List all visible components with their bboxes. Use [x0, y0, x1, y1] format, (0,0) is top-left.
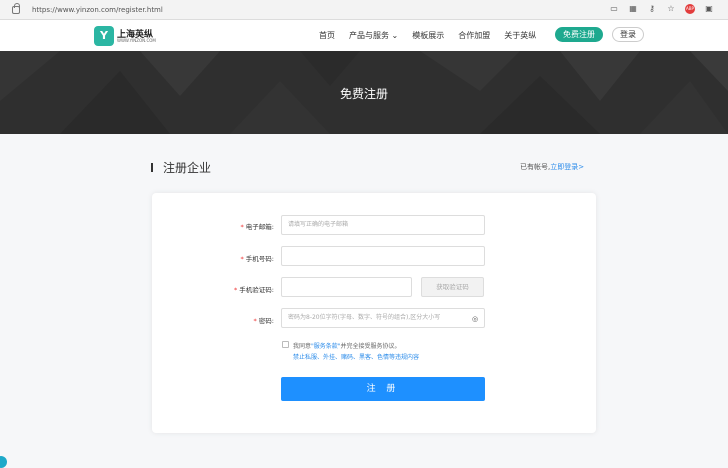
main-nav: 首页 产品与服务 ⌄ 模板展示 合作加盟 关于英纵 — [319, 30, 550, 41]
code-label-text: 手机验证码: — [239, 286, 274, 294]
nav-item-products[interactable]: 产品与服务 ⌄ — [349, 30, 398, 41]
have-account: 已有帐号,立即登录> — [520, 162, 584, 172]
banner-title: 免费注册 — [339, 87, 388, 101]
register-submit-button[interactable]: 注 册 — [281, 377, 485, 401]
star-icon[interactable]: ☆ — [666, 4, 676, 14]
menu-icon[interactable]: ▣ — [704, 4, 714, 14]
login-link[interactable]: 立即登录> — [550, 163, 584, 171]
phone-label-text: 手机号码: — [245, 255, 274, 263]
phone-field[interactable] — [281, 246, 485, 266]
page-title: 注册企业 — [163, 161, 212, 175]
email-field[interactable]: 请填写正确的电子邮箱 — [281, 215, 485, 235]
key-icon[interactable]: ⚷ — [647, 4, 657, 14]
password-label: * 密码: — [254, 315, 274, 325]
address-bar[interactable]: https://www.yinzon.com/register.html — [32, 6, 163, 14]
floating-chat-icon[interactable] — [0, 456, 7, 468]
have-account-text: 已有帐号, — [520, 163, 551, 171]
extension-icon[interactable]: ABP — [685, 4, 695, 14]
browser-icons: ▭ ▦ ⚷ ☆ ABP ▣ — [609, 4, 714, 14]
required-mark: * — [240, 255, 244, 263]
logo-subtext: WWW.YINZON.COM — [117, 38, 156, 43]
nav-item-templates[interactable]: 模板展示 — [412, 30, 444, 41]
get-code-button[interactable]: 获取验证码 — [421, 277, 484, 297]
section-marker — [151, 163, 153, 172]
browser-toolbar: https://www.yinzon.com/register.html ▭ ▦… — [0, 0, 728, 20]
email-label-text: 电子邮箱: — [245, 223, 274, 231]
agree-prefix: 我同意 — [293, 343, 312, 350]
required-mark: * — [253, 317, 257, 325]
password-label-text: 密码: — [258, 317, 274, 325]
agree-suffix: 并完全接受服务协议。 — [340, 343, 401, 350]
nav-item-products-label: 产品与服务 — [349, 31, 389, 40]
sms-code-field[interactable] — [281, 277, 412, 297]
login-button[interactable]: 登录 — [612, 27, 644, 42]
code-label: * 手机验证码: — [234, 284, 274, 294]
logo-icon[interactable]: Y — [94, 26, 114, 46]
password-field[interactable]: 密码为8-20位字符(字母、数字、符号的组合),区分大小写 — [281, 308, 485, 328]
agree-text: 我同意"服务条款"并完全接受服务协议。 — [293, 341, 401, 350]
register-button[interactable]: 免费注册 — [555, 27, 603, 42]
chevron-down-icon: ⌄ — [391, 31, 399, 40]
email-label: * 电子邮箱: — [241, 221, 274, 231]
nav-item-partners[interactable]: 合作加盟 — [458, 30, 490, 41]
phone-label: * 手机号码: — [241, 253, 274, 263]
terms-link[interactable]: "服务条款" — [311, 343, 341, 350]
content-policy-note: 禁止私服、外挂、赌码、黑客、色情等违规内容 — [293, 354, 420, 361]
required-mark: * — [240, 223, 244, 231]
site-header: Y 上海英纵 WWW.YINZON.COM 首页 产品与服务 ⌄ 模板展示 合作… — [0, 20, 728, 51]
required-mark: * — [234, 286, 238, 294]
reader-icon[interactable]: ▭ — [609, 4, 619, 14]
qr-icon[interactable]: ▦ — [628, 4, 638, 14]
lock-icon — [12, 2, 20, 14]
nav-item-about[interactable]: 关于英纵 — [504, 30, 536, 41]
eye-off-icon[interactable]: ◎ — [472, 315, 478, 323]
nav-item-home[interactable]: 首页 — [319, 30, 335, 41]
hero-banner: 免费注册 — [0, 51, 728, 134]
agree-checkbox[interactable] — [282, 341, 289, 348]
